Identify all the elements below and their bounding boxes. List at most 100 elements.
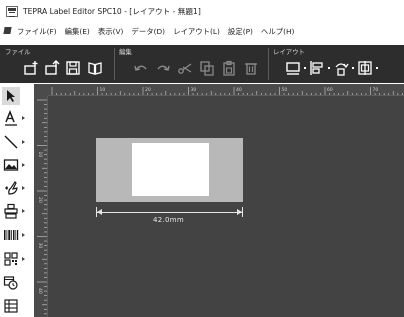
ruler-label: 30 <box>191 87 197 93</box>
qrcode-tool[interactable] <box>2 249 32 269</box>
date-time-tool[interactable] <box>2 272 32 292</box>
new-document-icon <box>24 61 38 75</box>
copy-button[interactable] <box>198 59 216 77</box>
chevron-right-icon <box>22 209 25 213</box>
text-tool-icon <box>2 109 20 127</box>
rotate-icon <box>335 63 349 76</box>
dropdown-dot <box>328 67 330 69</box>
dropdown-dot <box>376 67 378 69</box>
ruler-horizontal: 1020304050607080 <box>48 84 404 96</box>
ribbon-group-file: ファイル <box>0 45 110 83</box>
chevron-right-icon <box>22 140 25 144</box>
ruler-ticks: 10 20 30 40 <box>37 99 47 315</box>
menu-help[interactable]: ヘルプ(H) <box>261 26 295 37</box>
undo-icon <box>134 65 147 71</box>
dropdown-dot <box>352 67 354 69</box>
trash-icon <box>245 63 257 75</box>
line-tool-icon <box>2 133 20 151</box>
select-tool[interactable] <box>2 86 32 106</box>
redo-button[interactable] <box>154 59 172 77</box>
ruler-label: 10 <box>100 87 106 93</box>
ruler-label: 40 <box>236 87 242 93</box>
menu-layout[interactable]: レイアウト(L) <box>173 26 220 37</box>
save-button[interactable] <box>64 59 82 77</box>
tool-panel <box>0 84 34 317</box>
align-button[interactable] <box>308 59 326 77</box>
menu-settings[interactable]: 設定(P) <box>228 26 253 37</box>
ruler-label: 70 <box>373 87 379 93</box>
table-tool[interactable] <box>2 296 32 316</box>
chevron-right-icon <box>22 233 25 237</box>
ribbon-group-edit-label: 編集 <box>119 48 132 56</box>
dropdown-dot <box>304 67 306 69</box>
arrow-left-icon <box>97 209 102 215</box>
text-tool[interactable] <box>2 108 32 128</box>
menu-data[interactable]: データ(D) <box>131 26 165 37</box>
center-align-icon <box>358 61 372 75</box>
label-frame-icon <box>286 62 300 75</box>
center-button[interactable] <box>356 59 374 77</box>
line-tool[interactable] <box>2 132 32 152</box>
menu-file[interactable]: ファイル(F) <box>17 26 57 37</box>
book-icon <box>88 62 102 75</box>
ribbon-group-file-label: ファイル <box>5 48 31 56</box>
scissors-icon <box>178 63 192 74</box>
menu-view[interactable]: 表示(V) <box>98 26 124 37</box>
printable-area[interactable] <box>132 143 209 196</box>
menu-bar: ファイル(F) 編集(E) 表示(V) データ(D) レイアウト(L) 設定(P… <box>0 22 404 40</box>
open-button[interactable] <box>43 59 61 77</box>
redo-icon <box>157 65 170 71</box>
paste-icon <box>223 60 235 76</box>
chevron-right-icon <box>22 116 25 120</box>
copy-icon <box>200 61 214 76</box>
paste-button[interactable] <box>220 59 238 77</box>
clipart-tool-icon <box>2 179 20 197</box>
qrcode-tool-icon <box>2 250 20 268</box>
barcode-tool[interactable] <box>2 225 32 245</box>
stamp-tool-icon <box>2 202 20 220</box>
delete-button[interactable] <box>242 59 260 77</box>
chevron-right-icon <box>22 257 25 261</box>
clipart-tool[interactable] <box>2 178 32 198</box>
ruler-ticks: 1020304050607080 <box>51 87 403 95</box>
ribbon-group-layout-label: レイアウト <box>273 48 305 56</box>
ruler-label: 40 <box>37 288 43 294</box>
ruler-label: 60 <box>327 87 333 93</box>
ribbon-group-layout: レイアウト <box>268 45 404 83</box>
label-canvas[interactable]: 1020304050607080 10203040 42.0mm <box>34 84 404 317</box>
ruler-label: 20 <box>145 87 151 93</box>
date-time-tool-icon <box>2 273 20 291</box>
align-left-icon <box>310 61 323 75</box>
ruler-corner <box>34 84 48 96</box>
rotate-button[interactable] <box>332 59 350 77</box>
chevron-right-icon <box>22 186 25 190</box>
label-length-button[interactable] <box>284 59 302 77</box>
image-tool[interactable] <box>2 155 32 175</box>
document-icon[interactable] <box>3 26 13 36</box>
save-icon <box>66 61 80 75</box>
window-title: TEPRA Label Editor SPC10 - [レイアウト - 無題1] <box>23 6 201 16</box>
arrow-right-icon <box>237 209 242 215</box>
cut-button[interactable] <box>176 59 194 77</box>
ribbon-group-edit: 編集 <box>114 45 264 83</box>
barcode-tool-icon <box>2 226 20 244</box>
ruler-label: 20 <box>37 197 43 203</box>
library-button[interactable] <box>86 59 104 77</box>
ruler-label: 10 <box>37 152 43 158</box>
app-icon <box>6 5 18 17</box>
open-label-icon <box>45 60 60 75</box>
chevron-right-icon <box>22 163 25 167</box>
table-tool-icon <box>2 297 20 315</box>
ribbon-toolbar: ファイル 編集 レイアウト <box>0 45 404 83</box>
image-tool-icon <box>2 156 20 174</box>
ruler-label: 30 <box>37 243 43 249</box>
new-label-button[interactable] <box>22 59 40 77</box>
select-arrow-icon <box>2 87 20 105</box>
ruler-vertical: 10 20 30 40 <box>34 96 48 317</box>
menu-edit[interactable]: 編集(E) <box>65 26 90 37</box>
label-length-text: 42.0mm <box>153 216 185 224</box>
stamp-tool[interactable] <box>2 201 32 221</box>
label-tape[interactable] <box>96 138 243 202</box>
ruler-label: 50 <box>282 87 288 93</box>
undo-button[interactable] <box>132 59 150 77</box>
